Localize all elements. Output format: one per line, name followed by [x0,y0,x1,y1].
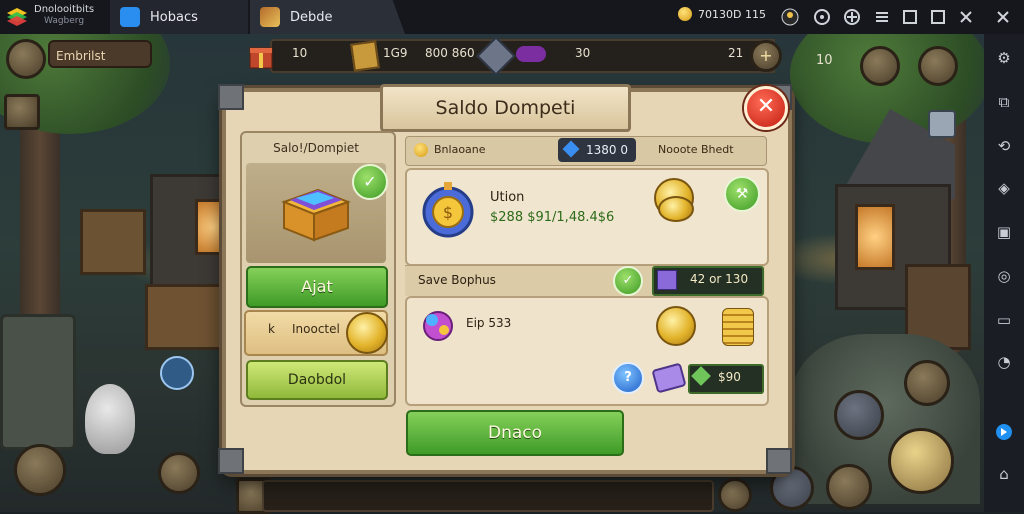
lit-window-right [855,204,895,270]
hud-gem-value: 30 [575,46,591,60]
gold-bar-icon [350,40,380,72]
tab-home-label: Hobacs [150,9,198,25]
bonus-price-value: $90 [718,370,741,384]
stone-slab [0,314,76,450]
emote-button[interactable] [718,478,752,512]
coin-icon [678,7,692,21]
coin-icon [346,312,388,354]
balance-coin-icon [414,143,428,157]
info-button[interactable]: ? [612,362,644,394]
gem-pill-icon [516,46,546,62]
map-button[interactable] [14,444,66,496]
balance-note: Nooote Bhedt [658,143,734,156]
minimize-icon[interactable] [900,7,920,27]
hud-far-right-value: 10 [816,53,833,68]
macro-icon[interactable]: ◔ [994,352,1014,372]
confirm-button[interactable]: Dnaco [406,410,624,456]
shop-button[interactable] [918,46,958,86]
help-icon[interactable] [812,7,832,27]
confirm-check-icon[interactable]: ✓ [352,164,388,200]
favorite-button[interactable] [904,360,950,406]
coin-readout-value: 70130D 115 [698,7,766,21]
rotate-icon[interactable]: ⟲ [994,136,1014,156]
product-prefix: k [268,322,275,336]
settings-icon[interactable] [842,7,862,27]
main-card-title: Ution [490,190,525,205]
hud-right-value: 21 [728,46,744,60]
location-icon[interactable]: ◎ [994,266,1014,286]
bonus-chest-icon [657,270,677,290]
collapse-sidebar-icon[interactable] [993,7,1013,27]
hud-left-value: 10 [292,46,308,60]
home-tab-icon [120,7,140,27]
player-avatar[interactable] [6,39,46,79]
folder-icon[interactable]: ▭ [994,310,1014,330]
home-icon[interactable]: ⌂ [994,464,1014,484]
left-panel-header: Salo!/Dompiet [273,141,359,155]
clock-coin-icon: $ [420,180,476,242]
emulator-app-name: Dnolooitbits [34,4,95,15]
secondary-action-button[interactable]: Daobdol [246,360,388,400]
gold-coin-icon [656,306,696,346]
bluestacks-icon[interactable] [994,422,1014,442]
balance-label: Bnlaoane [434,143,486,156]
dialog-corner [766,448,792,474]
gem-bundle-icon [420,306,456,342]
emulator-app-subtitle: Wagberg [44,16,85,26]
gift-box-icon[interactable] [248,40,274,70]
settings-gear-button[interactable] [834,390,884,440]
chat-bubble-icon[interactable] [160,356,194,390]
main-card-amount: $288 $91/1,48.4$6 [490,210,615,225]
game-tab-icon [260,7,280,27]
menu-icon[interactable] [872,7,892,27]
apk-icon[interactable]: ▣ [994,222,1014,242]
attack-button[interactable] [888,428,954,494]
gold-coin-stack-base [658,196,694,222]
bonus-item-label: Eip 533 [466,316,512,330]
close-button[interactable]: ✕ [744,86,788,130]
quest-button[interactable] [860,46,900,86]
chat-input-bar[interactable] [262,480,714,512]
wooden-crate [80,209,146,275]
hud-mid-value: 1G9 [383,46,408,60]
hud-gold-value: 800 860 [425,46,475,60]
window-close-icon[interactable] [956,7,976,27]
quest-scroll-icon[interactable] [4,94,40,130]
emulator-coin-readout[interactable]: 70130D 115 [678,7,766,21]
tab-game-label: Debde [290,9,333,25]
volume-icon[interactable]: ◈ [994,178,1014,198]
bonus-value: 42 or 130 [690,272,749,286]
tab-home[interactable]: Hobacs [110,0,248,34]
coin-pile-icon [722,308,754,346]
add-resource-button[interactable]: + [750,40,782,72]
gem-balance-value: 1380 0 [586,143,628,157]
emulator-logo-icon [4,4,30,30]
primary-action-button[interactable]: Ajat [246,266,388,308]
tab-game[interactable]: Debde [250,0,405,34]
hud-profile-chip[interactable]: Embrilst [48,40,152,68]
screenshot-icon[interactable]: ⧉ [994,92,1014,112]
treasure-chest-icon [278,180,352,244]
maximize-icon[interactable] [928,7,948,27]
product-label: Inooctel [292,322,340,336]
hammer-action-button[interactable]: ⚒ [724,176,760,212]
account-icon[interactable] [780,7,800,27]
gear-icon[interactable]: ⚙ [994,48,1014,68]
dialog-corner [218,448,244,474]
svg-text:$: $ [443,203,453,222]
mail-icon[interactable] [928,110,956,138]
home-base-button[interactable] [826,464,872,510]
dialog-corner [218,84,244,110]
treasure-chest [145,284,231,350]
ghost-character [85,384,135,454]
bonus-section-title: Save Bophus [418,273,496,287]
dialog-title: Saldo Dompeti [380,84,631,132]
bonus-check-icon[interactable]: ✓ [613,266,643,296]
compass-button[interactable] [158,452,200,494]
stone-path [790,334,980,504]
